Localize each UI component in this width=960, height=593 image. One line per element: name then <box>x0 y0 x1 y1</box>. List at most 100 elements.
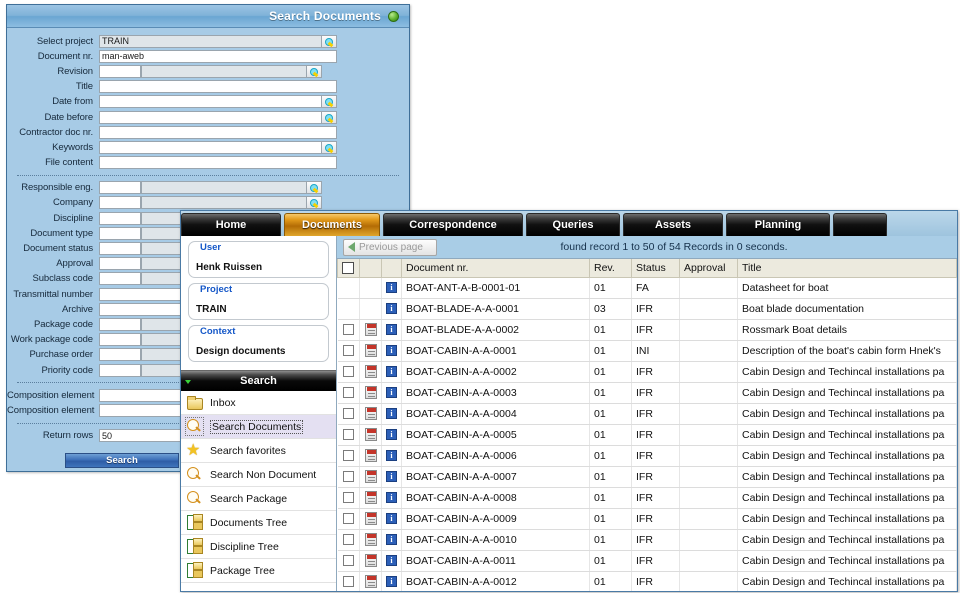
file-content-input[interactable] <box>99 156 337 170</box>
row-info-icon-cell[interactable]: i <box>381 424 402 446</box>
row-checkbox[interactable] <box>342 492 354 504</box>
sidebar-item-search-package[interactable]: Search Package <box>181 487 336 511</box>
document-file-icon[interactable] <box>364 344 377 357</box>
row-info-icon-cell[interactable]: i <box>381 487 402 509</box>
row-info-icon-cell[interactable]: i <box>381 529 402 551</box>
package-code-code-input[interactable] <box>99 317 141 331</box>
document-file-icon[interactable] <box>364 491 377 504</box>
work-package-code-code-input[interactable] <box>99 333 141 347</box>
info-icon[interactable]: i <box>386 366 397 378</box>
keywords-input[interactable] <box>99 140 322 154</box>
col-header-approval[interactable]: Approval <box>679 259 738 278</box>
row-checkbox[interactable] <box>342 408 354 420</box>
table-row[interactable]: i BOAT-CABIN-A-A-0002 01 IFR Cabin Design an… <box>337 361 957 383</box>
row-select-cell[interactable] <box>337 382 360 404</box>
row-document-icon-cell[interactable] <box>359 424 382 446</box>
row-document-icon-cell[interactable] <box>359 382 382 404</box>
row-checkbox[interactable] <box>342 387 354 399</box>
row-info-icon-cell[interactable]: i <box>381 340 402 362</box>
table-row[interactable]: i BOAT-CABIN-A-A-0011 01 IFR Cabin Design an… <box>337 550 957 572</box>
sidebar-item-discipline-tree[interactable]: Discipline Tree <box>181 535 336 559</box>
table-row[interactable]: i BOAT-CABIN-A-A-0012 01 IFR Cabin Design an… <box>337 571 957 591</box>
document-file-icon[interactable] <box>364 533 377 546</box>
row-checkbox[interactable] <box>342 534 354 546</box>
document-file-icon[interactable] <box>364 407 377 420</box>
row-document-icon-cell[interactable] <box>359 445 382 467</box>
info-icon[interactable]: i <box>386 513 397 525</box>
row-select-cell[interactable] <box>337 571 360 591</box>
sidebar-item-search-non-document[interactable]: Search Non Document <box>181 463 336 487</box>
responsible-eng-lookup-icon[interactable] <box>307 181 322 195</box>
purchase-order-code-input[interactable] <box>99 348 141 362</box>
table-row[interactable]: i BOAT-CABIN-A-A-0001 01 INI Description of … <box>337 340 957 362</box>
document-file-icon[interactable] <box>364 428 377 441</box>
row-info-icon-cell[interactable]: i <box>381 361 402 383</box>
document-file-icon[interactable] <box>364 323 377 336</box>
results-table-scroll[interactable]: Document nr. Rev. Status Approval Title … <box>337 259 957 591</box>
row-select-cell[interactable] <box>337 319 360 341</box>
revision-lookup-icon[interactable] <box>307 64 322 78</box>
select-project-input[interactable] <box>99 34 322 48</box>
row-info-icon-cell[interactable]: i <box>381 508 402 530</box>
row-info-icon-cell[interactable]: i <box>381 382 402 404</box>
tab-correspondence[interactable]: Correspondence <box>383 213 523 236</box>
row-checkbox[interactable] <box>342 450 354 462</box>
col-header-rev[interactable]: Rev. <box>589 259 632 278</box>
date-before-input[interactable] <box>99 110 322 124</box>
company-lookup-icon[interactable] <box>307 196 322 210</box>
info-icon[interactable]: i <box>386 576 397 588</box>
date-from-input[interactable] <box>99 95 322 109</box>
table-row[interactable]: i BOAT-ANT-A-B-0001-01 01 FA Datasheet for b… <box>337 277 957 299</box>
priority-code-code-input[interactable] <box>99 363 141 377</box>
sidebar-item-search-documents[interactable]: Search Documents <box>181 415 336 439</box>
row-checkbox[interactable] <box>342 429 354 441</box>
row-info-icon-cell[interactable]: i <box>381 277 402 299</box>
row-select-cell[interactable] <box>337 424 360 446</box>
table-row[interactable]: i BOAT-CABIN-A-A-0009 01 IFR Cabin Design an… <box>337 508 957 530</box>
row-select-cell[interactable] <box>337 508 360 530</box>
select-project-lookup-icon[interactable] <box>322 34 337 48</box>
row-info-icon-cell[interactable]: i <box>381 550 402 572</box>
previous-page-button[interactable]: Previous page <box>343 238 437 256</box>
table-row[interactable]: i BOAT-BLADE-A-A-0002 01 IFR Rossmark Boat d… <box>337 319 957 341</box>
row-checkbox[interactable] <box>342 366 354 378</box>
sidebar-section-search[interactable]: Search <box>181 370 336 391</box>
table-row[interactable]: i BOAT-CABIN-A-A-0007 01 IFR Cabin Design an… <box>337 466 957 488</box>
col-header-document-nr[interactable]: Document nr. <box>401 259 590 278</box>
info-icon[interactable]: i <box>386 555 397 567</box>
row-info-icon-cell[interactable]: i <box>381 571 402 591</box>
date-from-lookup-icon[interactable] <box>322 95 337 109</box>
row-info-icon-cell[interactable]: i <box>381 466 402 488</box>
sidebar-item-package-tree[interactable]: Package Tree <box>181 559 336 583</box>
sidebar-item-documents-tree[interactable]: Documents Tree <box>181 511 336 535</box>
table-row[interactable]: i BOAT-CABIN-A-A-0005 01 IFR Cabin Design an… <box>337 424 957 446</box>
document-nr-input[interactable] <box>99 49 337 63</box>
tab-planning[interactable]: Planning <box>726 213 830 236</box>
contractor-doc-nr-input[interactable] <box>99 125 337 139</box>
row-checkbox[interactable] <box>342 345 354 357</box>
document-file-icon[interactable] <box>364 386 377 399</box>
row-checkbox[interactable] <box>342 576 354 588</box>
table-row[interactable]: i BOAT-BLADE-A-A-0001 03 IFR Boat blade docu… <box>337 298 957 320</box>
info-icon[interactable]: i <box>386 429 397 441</box>
date-before-lookup-icon[interactable] <box>322 110 337 124</box>
row-document-icon-cell[interactable] <box>359 571 382 591</box>
document-file-icon[interactable] <box>364 575 377 588</box>
row-checkbox[interactable] <box>342 555 354 567</box>
document-type-code-input[interactable] <box>99 226 141 240</box>
row-document-icon-cell[interactable] <box>359 319 382 341</box>
row-info-icon-cell[interactable]: i <box>381 403 402 425</box>
row-document-icon-cell[interactable] <box>359 403 382 425</box>
col-header-status[interactable]: Status <box>631 259 680 278</box>
info-icon[interactable]: i <box>386 492 397 504</box>
discipline-code-input[interactable] <box>99 211 141 225</box>
info-icon[interactable]: i <box>386 534 397 546</box>
title-input[interactable] <box>99 80 337 94</box>
sidebar-item-search-favorites[interactable]: Search favorites <box>181 439 336 463</box>
row-document-icon-cell[interactable] <box>359 466 382 488</box>
row-document-icon-cell[interactable] <box>359 361 382 383</box>
sidebar-item-inbox[interactable]: Inbox <box>181 391 336 415</box>
select-all-header[interactable] <box>337 259 360 278</box>
row-document-icon-cell[interactable] <box>359 487 382 509</box>
row-info-icon-cell[interactable]: i <box>381 445 402 467</box>
